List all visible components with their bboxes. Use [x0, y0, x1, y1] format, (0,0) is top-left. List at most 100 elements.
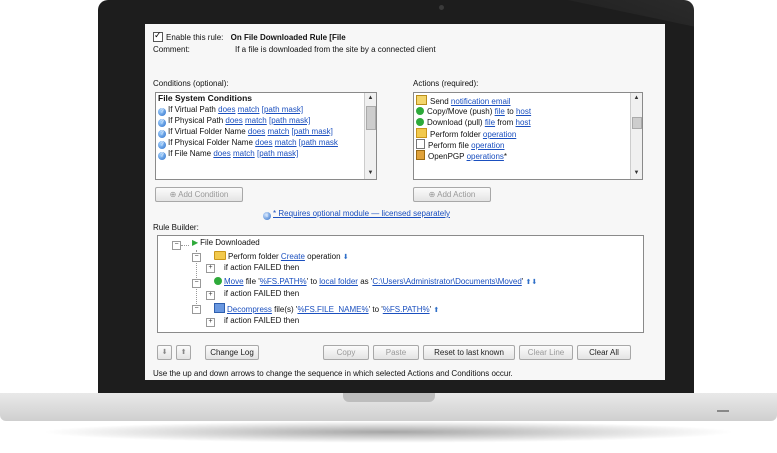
change-log-button[interactable]: Change Log: [205, 345, 259, 360]
rule-name[interactable]: On File Downloaded Rule [File: [231, 33, 346, 42]
action-suffix: *: [503, 152, 508, 161]
scroll-down-icon[interactable]: ▼: [365, 168, 376, 179]
clear-all-button[interactable]: Clear All: [577, 345, 631, 360]
node3-text-c: ': [429, 305, 432, 314]
paste-button[interactable]: Paste: [373, 345, 419, 360]
scroll-up-icon[interactable]: ▲: [365, 93, 376, 104]
move-up-icon[interactable]: ⬆: [433, 307, 439, 314]
collapse-icon[interactable]: −: [172, 241, 181, 250]
upload-arrow-icon: [416, 107, 427, 116]
conditions-group-title: File System Conditions: [158, 93, 252, 103]
node1-link[interactable]: Create: [281, 252, 305, 261]
expand-icon[interactable]: +: [206, 291, 215, 300]
copy-button[interactable]: Copy: [323, 345, 369, 360]
action-link[interactable]: operation: [471, 141, 504, 150]
scroll-down-icon[interactable]: ▼: [631, 168, 642, 179]
rule-builder-tree[interactable]: − ▶ File Downloaded − Perform folder Crea…: [157, 235, 644, 333]
condition-op[interactable]: does: [213, 149, 230, 158]
move-up-button[interactable]: ⬆: [176, 345, 191, 360]
condition-op2[interactable]: match: [275, 138, 297, 147]
scroll-thumb[interactable]: [632, 117, 642, 129]
move-down-icon[interactable]: ⬇: [531, 279, 537, 286]
add-condition-button[interactable]: ⊕ Add Condition: [155, 187, 243, 202]
action-link[interactable]: file: [485, 118, 495, 127]
condition-item[interactable]: ? If Physical Path does match [path mask]: [156, 115, 376, 127]
move-down-icon[interactable]: ⬇: [343, 254, 349, 261]
tree-node-move[interactable]: Move file '%FS.PATH%' to local folder as…: [214, 277, 537, 286]
condition-op[interactable]: does: [248, 127, 265, 136]
condition-arg[interactable]: [path mask]: [257, 149, 298, 158]
action-link[interactable]: file: [495, 107, 505, 116]
node2-link2[interactable]: local folder: [319, 277, 358, 286]
enable-rule-checkbox[interactable]: [153, 30, 163, 42]
collapse-icon[interactable]: −: [192, 279, 201, 288]
expand-icon[interactable]: +: [206, 264, 215, 273]
action-link[interactable]: operations: [467, 152, 504, 161]
upload-arrow-icon: [214, 277, 222, 285]
condition-op2[interactable]: match: [245, 116, 267, 125]
condition-op2[interactable]: match: [233, 149, 255, 158]
file-icon: [416, 139, 428, 150]
conditions-scrollbar[interactable]: ▲ ▼: [364, 93, 376, 179]
condition-item[interactable]: ? If Virtual Folder Name does match [path…: [156, 126, 376, 138]
reset-button[interactable]: Reset to last known: [423, 345, 515, 360]
move-down-button[interactable]: ⬇: [157, 345, 172, 360]
condition-item[interactable]: ? If Virtual Path does match [path mask]: [156, 104, 376, 116]
licensing-note-link[interactable]: * Requires optional module — licensed se…: [273, 209, 450, 218]
expand-icon[interactable]: +: [206, 318, 215, 327]
condition-arg[interactable]: [path mask]: [269, 116, 310, 125]
condition-op[interactable]: does: [255, 138, 272, 147]
condition-op[interactable]: does: [225, 116, 242, 125]
collapse-icon[interactable]: −: [192, 253, 201, 262]
node3-var2[interactable]: %FS.PATH%: [383, 305, 430, 314]
actions-list[interactable]: Send notification email Copy/Move (push) …: [413, 92, 643, 180]
tree-root[interactable]: ▶ File Downloaded: [192, 238, 260, 247]
scroll-thumb[interactable]: [366, 106, 376, 130]
condition-prefix: If Physical Folder Name: [168, 138, 253, 147]
tree-failed-3[interactable]: if action FAILED then: [224, 316, 299, 325]
node3-var1[interactable]: %FS.FILE_NAME%: [297, 305, 368, 314]
action-item[interactable]: Send notification email: [414, 95, 642, 106]
comment-value[interactable]: If a file is downloaded from the site by…: [235, 45, 436, 54]
condition-arg[interactable]: [path mask: [299, 138, 338, 147]
condition-op[interactable]: does: [218, 105, 235, 114]
action-link[interactable]: operation: [483, 130, 516, 139]
tree-failed-2[interactable]: if action FAILED then: [224, 289, 299, 298]
scroll-up-icon[interactable]: ▲: [631, 93, 642, 104]
licensing-note[interactable]: i * Requires optional module — licensed s…: [263, 209, 450, 220]
node2-text-c: as ': [360, 277, 373, 286]
add-icon: ⊕: [428, 190, 438, 199]
condition-arg[interactable]: [path mask]: [262, 105, 303, 114]
action-text: OpenPGP: [428, 152, 465, 161]
info-icon: i: [263, 212, 271, 220]
condition-item[interactable]: ? If Physical Folder Name does match [pat…: [156, 137, 376, 149]
node1-suffix: operation: [307, 252, 341, 261]
node2-var1[interactable]: %FS.PATH%: [260, 277, 307, 286]
node3-link[interactable]: Decompress: [227, 305, 272, 314]
add-action-button[interactable]: ⊕ Add Action: [413, 187, 491, 202]
clear-line-button[interactable]: Clear Line: [519, 345, 573, 360]
condition-op2[interactable]: match: [268, 127, 290, 136]
conditions-list[interactable]: File System Conditions ? If Virtual Path …: [155, 92, 377, 180]
condition-item[interactable]: ? If File Name does match [path mask]: [156, 148, 376, 160]
action-item[interactable]: Perform folder operation: [414, 128, 642, 139]
action-link2[interactable]: host: [516, 118, 531, 127]
tree-node-decompress[interactable]: Decompress file(s) '%FS.FILE_NAME%' to '…: [214, 303, 439, 314]
action-item[interactable]: Download (pull) file from host: [414, 117, 642, 128]
condition-arg[interactable]: [path mask]: [292, 127, 333, 136]
node3-text-a: file(s) ': [274, 305, 298, 314]
action-text: Download (pull): [427, 118, 483, 127]
action-item[interactable]: OpenPGP operations*: [414, 150, 642, 161]
actions-scrollbar[interactable]: ▲ ▼: [630, 93, 642, 179]
collapse-icon[interactable]: −: [192, 305, 201, 314]
node2-link[interactable]: Move: [224, 277, 244, 286]
node2-path[interactable]: C:\Users\Administrator\Documents\Moved: [372, 277, 521, 286]
tree-node-perform-folder[interactable]: Perform folder Create operation ⬇: [214, 251, 349, 261]
action-item[interactable]: Perform file operation: [414, 139, 642, 150]
condition-op2[interactable]: match: [238, 105, 260, 114]
action-item[interactable]: Copy/Move (push) file to host: [414, 106, 642, 117]
action-link2[interactable]: host: [516, 107, 531, 116]
tree-failed-1[interactable]: if action FAILED then: [224, 263, 299, 272]
action-mid: from: [497, 118, 514, 127]
action-link[interactable]: notification email: [451, 97, 511, 106]
